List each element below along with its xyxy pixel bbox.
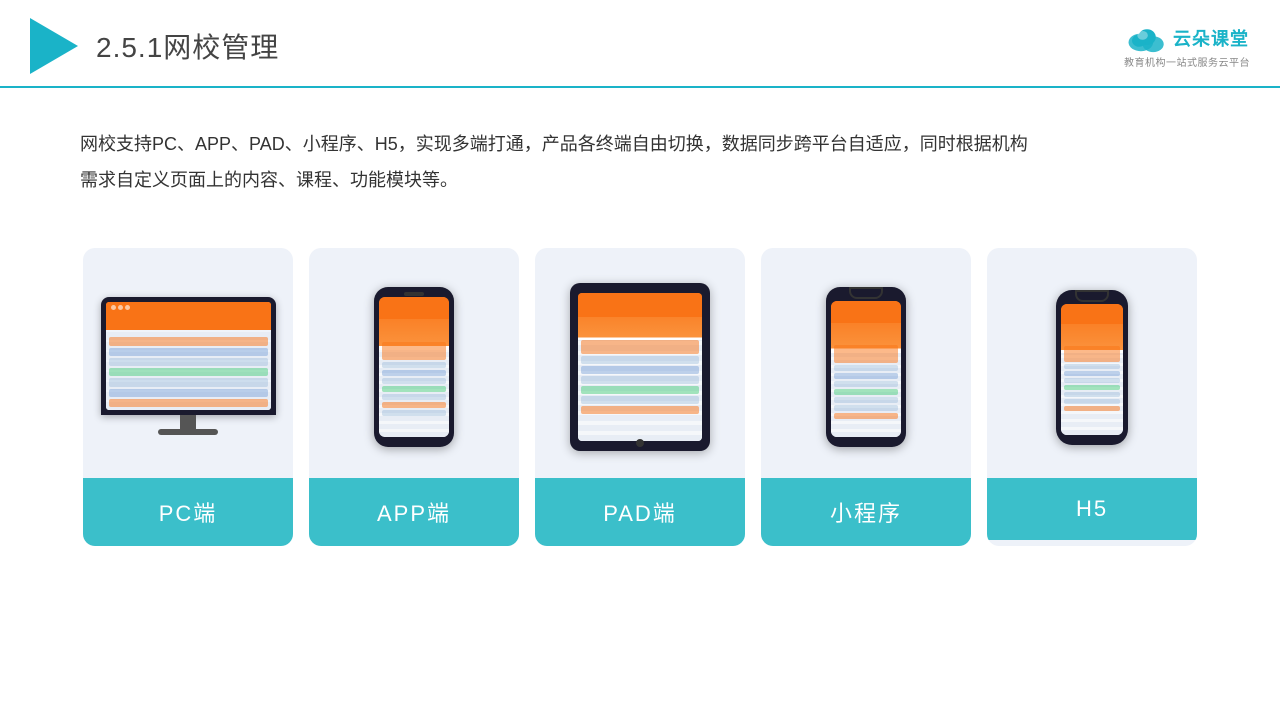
- screen-bar-h5: [1061, 304, 1123, 324]
- screen-bar-pad: [578, 293, 702, 317]
- card-image-pad: [535, 248, 745, 478]
- screen-bar-mini: [831, 301, 901, 323]
- card-label-h5: H5: [987, 478, 1197, 540]
- pc-monitor-icon: [101, 297, 276, 437]
- card-image-pc: [83, 248, 293, 478]
- card-h5: H5: [987, 248, 1197, 546]
- phone-app-icon: [374, 287, 454, 447]
- cards-container: PC端 APP: [0, 218, 1280, 566]
- desc-line2: 需求自定义页面上的内容、课程、功能模块等。: [80, 162, 1200, 198]
- tablet-pad-icon: [570, 283, 710, 451]
- phone-miniprogram-icon: [826, 287, 906, 447]
- logo-text: 云朵课堂: [1173, 25, 1249, 51]
- card-label-pc: PC端: [83, 478, 293, 546]
- logo-area: 云朵课堂 教育机构一站式服务云平台: [1124, 23, 1250, 69]
- header-left: 2.5.1网校管理: [30, 18, 279, 74]
- card-pc: PC端: [83, 248, 293, 546]
- card-label-app: APP端: [309, 478, 519, 546]
- card-pad: PAD端: [535, 248, 745, 546]
- card-label-miniprogram: 小程序: [761, 478, 971, 546]
- logo-cloud: 云朵课堂: [1125, 23, 1249, 53]
- screen-bar-app: [379, 297, 449, 319]
- play-icon: [30, 18, 78, 74]
- card-miniprogram: 小程序: [761, 248, 971, 546]
- desc-line1: 网校支持PC、APP、PAD、小程序、H5，实现多端打通，产品各终端自由切换，数…: [80, 126, 1200, 162]
- page-title: 2.5.1网校管理: [96, 26, 279, 66]
- phone-h5-icon: [1056, 290, 1128, 445]
- header: 2.5.1网校管理 云朵课堂 教育机构一站式服务云平台: [0, 0, 1280, 88]
- card-image-app: [309, 248, 519, 478]
- screen-bar: [106, 302, 271, 313]
- card-image-h5: [987, 248, 1197, 478]
- logo-tagline: 教育机构一站式服务云平台: [1124, 54, 1250, 69]
- description: 网校支持PC、APP、PAD、小程序、H5，实现多端打通，产品各终端自由切换，数…: [0, 88, 1280, 218]
- card-app: APP端: [309, 248, 519, 546]
- card-label-pad: PAD端: [535, 478, 745, 546]
- card-image-miniprogram: [761, 248, 971, 478]
- cloud-icon: [1125, 23, 1169, 53]
